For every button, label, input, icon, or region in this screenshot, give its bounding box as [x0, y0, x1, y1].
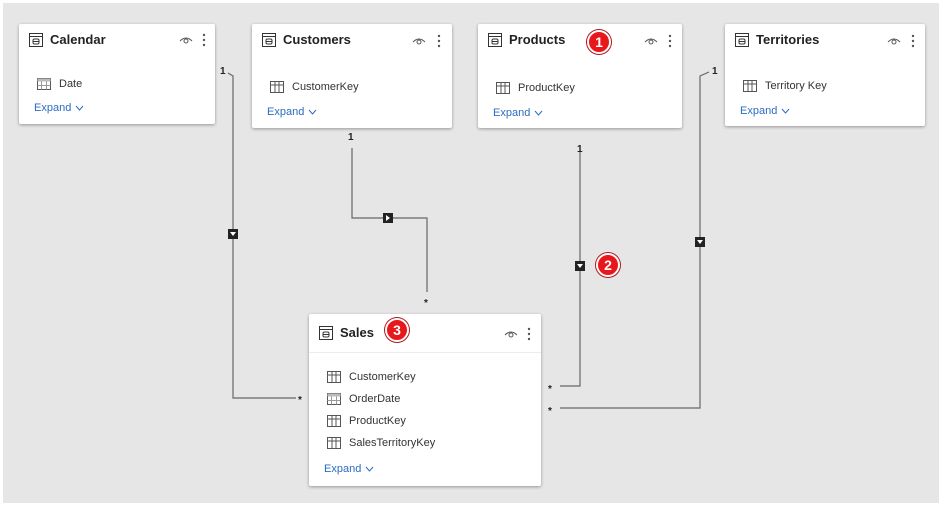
- more-options-icon[interactable]: [911, 34, 915, 48]
- chevron-down-icon: [365, 466, 374, 472]
- table-card-calendar[interactable]: Calendar Date Expand: [19, 24, 215, 124]
- cardinality-many-customers: *: [424, 298, 428, 309]
- cardinality-one-customers: 1: [348, 132, 354, 143]
- cardinality-one-products: 1: [577, 144, 583, 155]
- date-column-icon: [37, 78, 51, 90]
- table-title: Sales: [340, 325, 374, 340]
- field-row[interactable]: ProductKey: [496, 80, 575, 96]
- field-row[interactable]: SalesTerritoryKey: [327, 435, 435, 451]
- table-card-customers[interactable]: Customers CustomerKey Expand: [252, 24, 452, 128]
- more-options-icon[interactable]: [668, 34, 672, 48]
- field-name: SalesTerritoryKey: [349, 437, 436, 449]
- table-column-icon: [496, 82, 510, 94]
- field-row[interactable]: ProductKey: [327, 413, 406, 429]
- cardinality-many-territories: *: [548, 406, 552, 417]
- table-title: Products: [509, 32, 566, 47]
- table-column-icon: [327, 437, 341, 449]
- expand-link[interactable]: Expand: [493, 107, 543, 119]
- callout-badge-2: 2: [596, 253, 620, 277]
- expand-label: Expand: [493, 107, 531, 119]
- field-name: CustomerKey: [349, 371, 416, 383]
- expand-label: Expand: [34, 102, 72, 114]
- cardinality-one-calendar: 1: [220, 66, 226, 77]
- table-column-icon: [327, 371, 341, 383]
- field-name: Territory Key: [765, 80, 827, 92]
- field-row[interactable]: Territory Key: [743, 78, 827, 94]
- chevron-down-icon: [781, 108, 790, 114]
- expand-link[interactable]: Expand: [740, 105, 790, 117]
- table-title: Customers: [283, 32, 351, 47]
- chevron-down-icon: [75, 105, 84, 111]
- expand-link[interactable]: Expand: [34, 102, 84, 114]
- table-title: Territories: [756, 32, 820, 47]
- more-options-icon[interactable]: [437, 34, 441, 48]
- callout-badge-3: 3: [385, 318, 409, 342]
- table-icon: [735, 33, 749, 47]
- field-name: ProductKey: [349, 415, 406, 427]
- table-column-icon: [327, 415, 341, 427]
- table-card-products[interactable]: Products ProductKey Expand: [478, 24, 682, 128]
- expand-label: Expand: [324, 463, 362, 475]
- field-name: ProductKey: [518, 82, 575, 94]
- table-column-icon: [743, 80, 757, 92]
- table-card-sales[interactable]: Sales CustomerKey OrderDate ProductKey S…: [309, 314, 541, 486]
- table-card-territories[interactable]: Territories Territory Key Expand: [725, 24, 925, 126]
- header-divider: [309, 352, 541, 353]
- table-icon: [319, 326, 333, 340]
- table-icon: [29, 33, 43, 47]
- more-options-icon[interactable]: [527, 327, 531, 341]
- expand-label: Expand: [267, 106, 305, 118]
- field-row[interactable]: CustomerKey: [327, 369, 416, 385]
- more-options-icon[interactable]: [202, 33, 206, 47]
- field-name: CustomerKey: [292, 81, 359, 93]
- cardinality-one-territories: 1: [712, 66, 718, 77]
- cardinality-many-products: *: [548, 384, 552, 395]
- visibility-eye-icon[interactable]: [412, 36, 426, 46]
- visibility-eye-icon[interactable]: [644, 36, 658, 46]
- field-name: Date: [59, 78, 83, 90]
- visibility-eye-icon[interactable]: [504, 329, 518, 339]
- chevron-down-icon: [308, 109, 317, 115]
- field-name: OrderDate: [349, 393, 401, 405]
- field-row[interactable]: CustomerKey: [270, 79, 359, 95]
- expand-link[interactable]: Expand: [267, 106, 317, 118]
- visibility-eye-icon[interactable]: [887, 36, 901, 46]
- field-row[interactable]: Date: [37, 76, 82, 92]
- field-row[interactable]: OrderDate: [327, 391, 400, 407]
- date-column-icon: [327, 393, 341, 405]
- cardinality-many-calendar: *: [298, 395, 302, 406]
- expand-link[interactable]: Expand: [324, 463, 374, 475]
- table-title: Calendar: [50, 32, 106, 47]
- table-icon: [488, 33, 502, 47]
- callout-badge-1: 1: [587, 30, 611, 54]
- table-column-icon: [270, 81, 284, 93]
- chevron-down-icon: [534, 110, 543, 116]
- expand-label: Expand: [740, 105, 778, 117]
- table-icon: [262, 33, 276, 47]
- visibility-eye-icon[interactable]: [179, 35, 193, 45]
